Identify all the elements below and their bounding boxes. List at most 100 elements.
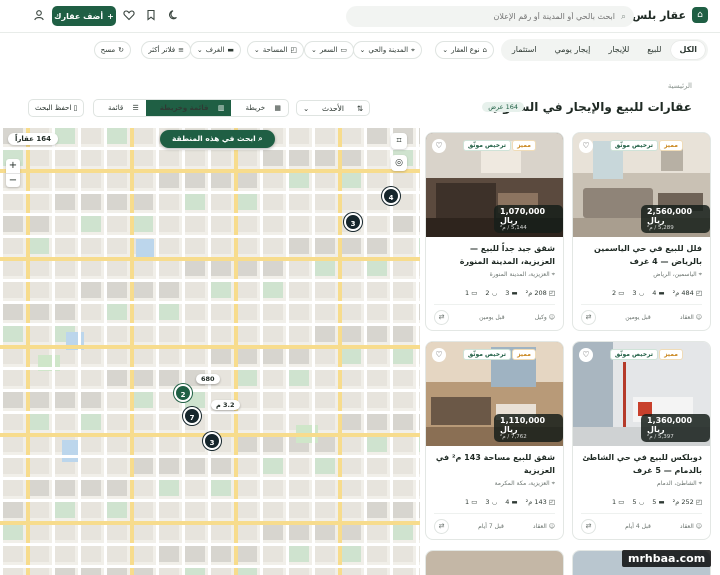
zoom-in-button[interactable]: + bbox=[6, 159, 20, 173]
map-cluster[interactable]: 3 bbox=[203, 432, 221, 450]
view-list-button[interactable]: ☰ قائمة bbox=[94, 100, 146, 116]
view-map-button[interactable]: ▦ خريطة bbox=[231, 100, 287, 116]
tab-rent[interactable]: للإيجار bbox=[600, 41, 637, 59]
map-price-pin[interactable]: 3.2 م bbox=[211, 400, 240, 410]
heart-icon[interactable]: ♡ bbox=[579, 348, 593, 362]
add-property-button[interactable]: + أضف عقارك bbox=[52, 6, 116, 26]
watermark: mrhbaa.com bbox=[622, 550, 712, 567]
filter-bar: الكل للبيع للإيجار إيجار يومي استثمار ⌂ ن… bbox=[0, 37, 720, 63]
search-this-area-button[interactable]: ⌕ ابحث في هذه المنطقة bbox=[160, 130, 275, 148]
listing-card[interactable]: مميز ترخيص موثّق ♡ 2,560,000 ريال 5,289 … bbox=[572, 132, 711, 331]
featured-badge: مميز bbox=[659, 140, 683, 151]
area-icon: ◰ bbox=[290, 46, 297, 54]
tab-investment[interactable]: استثمار bbox=[504, 41, 545, 59]
agent-name: ☺ العقاد bbox=[532, 523, 555, 530]
listing-title[interactable]: دوبلكس للبيع في حي الشاطئ بالدمام — 5 غر… bbox=[581, 451, 702, 477]
reset-icon: ↻ bbox=[118, 46, 124, 54]
listing-footer: ☺ العقاد قبل 4 أيام ⇄ bbox=[581, 519, 702, 534]
listing-specs: ◰ 143 م² ▬ 4 ◡ 3 ▭ 1 bbox=[434, 498, 555, 514]
chevron-down-icon: ⌄ bbox=[253, 46, 260, 54]
house-icon: ⌂ bbox=[482, 46, 487, 54]
filter-reset[interactable]: ↻ مسح bbox=[93, 41, 131, 59]
tab-sale[interactable]: للبيع bbox=[639, 41, 669, 59]
area-spec: ◰ 252 م² bbox=[672, 498, 702, 506]
baths-spec: ◡ 3 bbox=[632, 289, 645, 297]
featured-badge: مميز bbox=[512, 140, 536, 151]
tab-daily-rent[interactable]: إيجار يومي bbox=[547, 41, 599, 59]
heart-icon[interactable]: ♡ bbox=[432, 139, 446, 153]
filter-rooms[interactable]: ▬ الغرف ⌄ bbox=[189, 41, 241, 59]
plus-icon: + bbox=[107, 11, 114, 21]
pin-icon: ⌖ bbox=[698, 480, 702, 487]
pin-icon: ⌖ bbox=[411, 45, 415, 54]
listing-card[interactable] bbox=[425, 550, 564, 575]
filter-more[interactable]: ≡ فلاتر أكثر bbox=[141, 41, 191, 59]
share-icon[interactable]: ⇄ bbox=[434, 310, 449, 325]
map-cluster[interactable]: 7 bbox=[183, 407, 201, 425]
listing-location: ⌖ العزيزية، مكة المكرمة bbox=[494, 480, 555, 487]
chevron-down-icon: ⌄ bbox=[303, 103, 310, 113]
price-tag: 2,560,000 ريال 5,289 / م² bbox=[641, 205, 710, 233]
view-mode-toggle: ☰ قائمة ▥ قائمة وخريطة ▦ خريطة bbox=[93, 99, 289, 117]
map-price-pin[interactable]: 680 bbox=[196, 374, 220, 384]
agent-name: ☺ وكيل bbox=[534, 314, 555, 321]
logo[interactable]: ⌂ عقار بلس bbox=[632, 7, 708, 23]
heart-icon[interactable]: ♡ bbox=[432, 348, 446, 362]
filter-price[interactable]: ▭ السعر ⌄ bbox=[303, 41, 354, 59]
bookmark-icon: ▯ bbox=[73, 104, 78, 112]
view-split-button[interactable]: ▥ قائمة وخريطة bbox=[145, 100, 232, 116]
tab-all[interactable]: الكل bbox=[671, 41, 705, 59]
sort-select[interactable]: ⇅ الأحدث ⌄ bbox=[296, 100, 370, 116]
pin-icon: ⌖ bbox=[551, 271, 555, 278]
listing-date: قبل 4 أيام bbox=[625, 523, 651, 530]
locate-me-icon[interactable]: ◎ bbox=[391, 155, 407, 171]
price-tag: 1,070,000 ريال 5,144 / م² bbox=[494, 205, 563, 233]
sort-icon: ⇅ bbox=[356, 103, 363, 113]
user-icon[interactable] bbox=[32, 9, 46, 23]
listing-title[interactable]: شقق جيد جداً للبيع — العزيزية، المدينة ا… bbox=[434, 242, 555, 268]
agent-name: ☺ العقاد bbox=[679, 523, 702, 530]
share-icon[interactable]: ⇄ bbox=[434, 519, 449, 534]
draw-area-icon[interactable]: ⌗ bbox=[391, 133, 407, 149]
licensed-badge: ترخيص موثّق bbox=[609, 140, 658, 151]
pin-icon: ⌖ bbox=[551, 480, 555, 487]
heart-icon[interactable]: ♡ bbox=[579, 139, 593, 153]
licensed-badge: ترخيص موثّق bbox=[462, 140, 511, 151]
heart-icon[interactable] bbox=[122, 9, 136, 23]
listing-card[interactable]: مميز ترخيص موثّق ♡ 1,110,000 ريال 7,762 … bbox=[425, 341, 564, 540]
listing-title[interactable]: فلل للبيع في حي الياسمين بالرياض — 4 غرف bbox=[581, 242, 702, 268]
filter-city[interactable]: ⌖ المدينة والحي ⌄ bbox=[352, 41, 422, 59]
listing-card[interactable]: مميز ترخيص موثّق ♡ 1,070,000 ريال 5,144 … bbox=[425, 132, 564, 331]
area-spec: ◰ 484 م² bbox=[672, 289, 702, 297]
save-search-button[interactable]: ▯ احفظ البحث bbox=[28, 99, 85, 117]
sliders-icon: ≡ bbox=[178, 46, 184, 54]
share-icon[interactable]: ⇄ bbox=[581, 310, 597, 325]
dark-mode-icon[interactable] bbox=[167, 9, 181, 23]
filter-property-type[interactable]: ⌂ نوع العقار ⌄ bbox=[435, 41, 494, 59]
filter-area[interactable]: ◰ المساحة ⌄ bbox=[246, 41, 304, 59]
baths-spec: ◡ 2 bbox=[485, 289, 498, 297]
area-spec: ◰ 143 م² bbox=[525, 498, 555, 506]
listing-specs: ◰ 208 م² ▬ 3 ◡ 2 ▭ 1 bbox=[434, 289, 555, 305]
featured-badge: مميز bbox=[512, 349, 536, 360]
zoom-out-button[interactable]: − bbox=[6, 173, 20, 187]
beds-spec: ▬ 4 bbox=[505, 498, 518, 506]
listing-title[interactable]: شقق للبيع مساحة 143 م² في العزيزية bbox=[434, 451, 555, 477]
search-input[interactable] bbox=[354, 12, 615, 21]
map-cluster[interactable]: 3 bbox=[344, 213, 362, 231]
map-cluster[interactable]: 4 bbox=[382, 187, 400, 205]
map-panel[interactable]: 164 عقاراً ⌕ ابحث في هذه المنطقة + − ⌗ ◎… bbox=[0, 125, 420, 575]
bookmark-icon[interactable] bbox=[144, 9, 158, 23]
pin-icon: ⌖ bbox=[698, 271, 702, 278]
listing-card[interactable]: مميز ترخيص موثّق ♡ 1,360,000 ريال 5,397 … bbox=[572, 341, 711, 540]
beds-spec: ▬ 4 bbox=[652, 289, 665, 297]
area-spec: ◰ 208 م² bbox=[525, 289, 555, 297]
beds-spec: ▬ 3 bbox=[505, 289, 518, 297]
beds-spec: ▬ 5 bbox=[652, 498, 665, 506]
cash-icon: ▭ bbox=[340, 46, 347, 54]
breadcrumb[interactable]: الرئيسية bbox=[668, 82, 692, 90]
listing-footer: ☺ وكيل قبل يومين ⇄ bbox=[434, 310, 555, 325]
map-cluster[interactable]: 2 bbox=[174, 384, 192, 402]
share-icon[interactable]: ⇄ bbox=[581, 519, 596, 534]
search-bar[interactable]: ⌕ bbox=[346, 6, 634, 27]
